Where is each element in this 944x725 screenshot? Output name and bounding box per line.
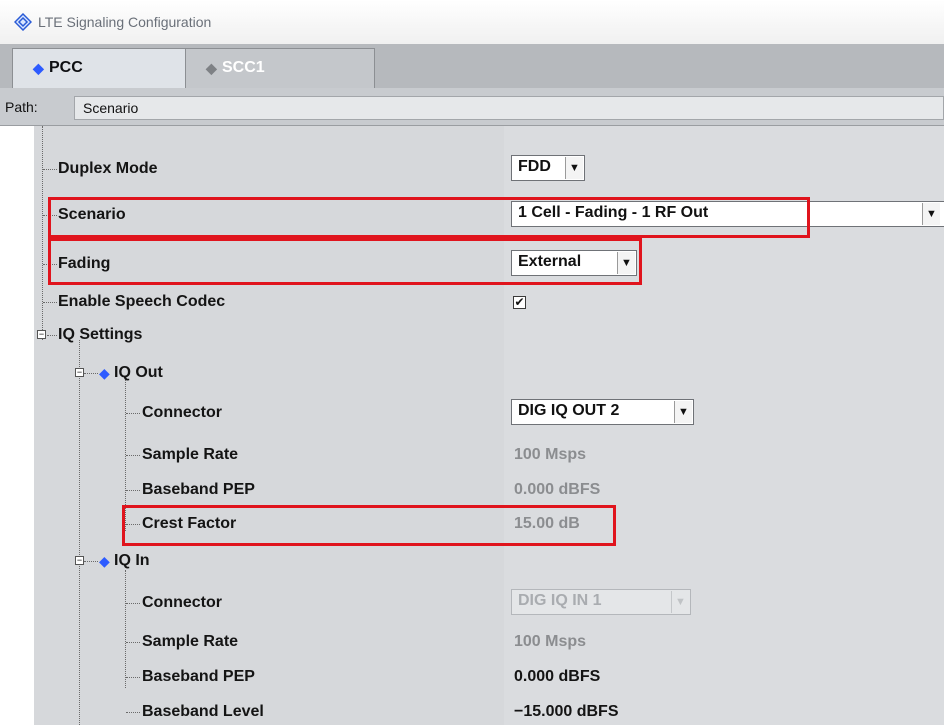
tree-line-iq-in [125,570,126,688]
chevron-down-icon[interactable]: ▼ [674,401,692,423]
tree-branch [126,677,140,678]
iq-in-node-diamond-icon: ◆ [99,553,110,569]
tree-branch [126,455,140,456]
scenario-highlight-box [48,197,810,238]
iq-out-connector-label: Connector [142,404,222,421]
iq-out-baseband-pep-label: Baseband PEP [142,481,255,498]
tree-branch [126,490,140,491]
chevron-down-icon[interactable]: ▼ [565,157,583,179]
enable-speech-codec-label: Enable Speech Codec [58,293,226,310]
iq-in-sample-rate-label: Sample Rate [142,633,239,650]
iq-settings-collapse-icon[interactable]: − [37,330,46,339]
fading-highlight-box [48,238,642,285]
path-value-field[interactable]: Scenario [74,96,944,120]
duplex-mode-label: Duplex Mode [58,160,158,177]
iq-out-label: IQ Out [114,364,163,381]
iq-in-connector-dropdown[interactable]: DIG IQ IN 1 ▼ [511,589,691,615]
iq-out-sample-rate-label: Sample Rate [142,446,239,463]
iq-in-connector-value: DIG IQ IN 1 [518,592,602,609]
duplex-mode-value: FDD [518,158,551,175]
iq-in-connector-label: Connector [142,594,222,611]
checkmark-icon: ✔ [514,295,525,309]
tree-line-iq-settings [79,340,80,725]
enable-speech-codec-checkbox[interactable]: ✔ [513,296,526,309]
tree-branch [126,712,140,713]
window-title: LTE Signaling Configuration [38,14,212,30]
tab-scc1-label: SCC1 [222,59,265,76]
tree-branch [47,335,57,336]
iq-in-baseband-pep-label: Baseband PEP [142,668,255,685]
tree-branch [126,603,140,604]
iq-out-connector-dropdown[interactable]: DIG IQ OUT 2 ▼ [511,399,694,425]
iq-out-sample-rate-value: 100 Msps [514,446,587,463]
tree-branch [126,642,140,643]
tree-margin [0,126,34,725]
tree-line-root [42,126,43,340]
iq-in-baseband-pep-value: 0.000 dBFS [514,668,601,685]
chevron-down-icon[interactable]: ▼ [671,591,689,613]
iq-settings-label: IQ Settings [58,326,143,343]
iq-in-baseband-level-label: Baseband Level [142,703,264,720]
tree-branch [84,561,98,562]
window-title-bar: LTE Signaling Configuration [0,0,944,44]
iq-in-sample-rate-value: 100 Msps [514,633,587,650]
iq-in-label: IQ In [114,552,150,569]
tree-branch [43,302,57,303]
chevron-down-icon[interactable]: ▼ [922,203,940,225]
tab-pcc-label: PCC [49,59,83,76]
tree-branch [43,169,57,170]
iq-out-collapse-icon[interactable]: − [75,368,84,377]
rohde-schwarz-logo-icon [14,13,32,31]
iq-in-baseband-level-value: −15.000 dBFS [514,703,619,720]
tree-branch [126,413,140,414]
path-label: Path: [5,99,38,115]
iq-in-collapse-icon[interactable]: − [75,556,84,565]
tab-pcc[interactable]: ◆ PCC [12,48,186,88]
iq-out-connector-value: DIG IQ OUT 2 [518,402,620,419]
active-tab-diamond-icon: ◆ [33,60,44,76]
iq-out-node-diamond-icon: ◆ [99,365,110,381]
duplex-mode-dropdown[interactable]: FDD ▼ [511,155,585,181]
tree-branch [84,373,98,374]
path-bar: Path: Scenario [0,88,944,126]
crest-factor-highlight-box [122,505,616,546]
carrier-tab-strip: ◆ PCC ◆ SCC1 [0,44,944,88]
inactive-tab-diamond-icon: ◆ [206,60,217,76]
tab-scc1[interactable]: ◆ SCC1 [185,48,375,88]
iq-out-baseband-pep-value: 0.000 dBFS [514,481,601,498]
